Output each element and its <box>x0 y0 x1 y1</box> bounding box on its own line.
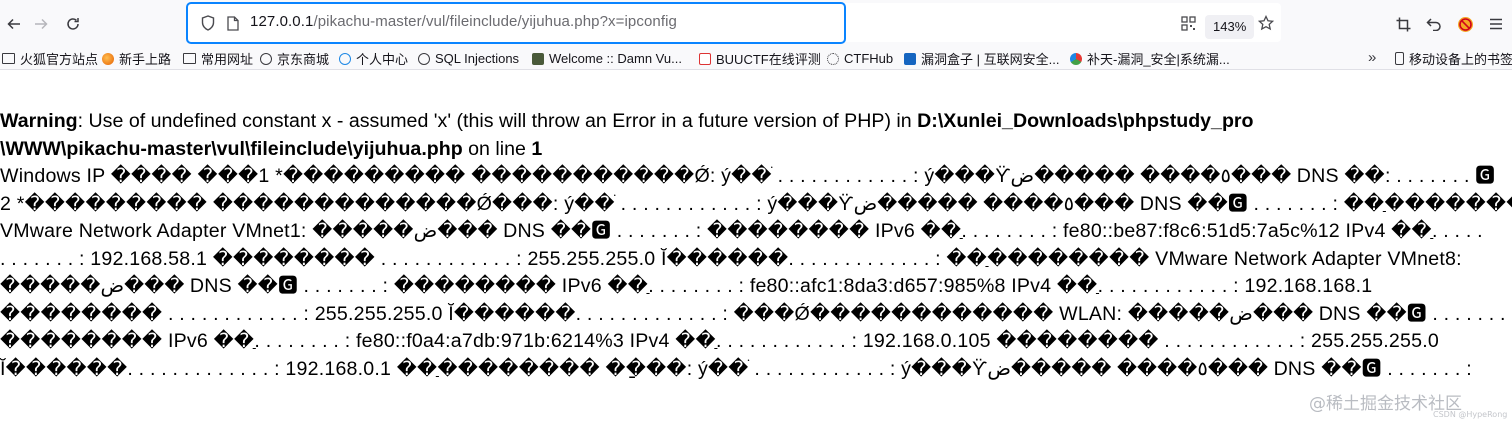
undo-icon[interactable] <box>1424 14 1444 34</box>
command-output-line: 2 *��������� �������������Ǿ���: ý��ֺ . .… <box>0 192 1512 215</box>
bookmark-item[interactable]: 补天-漏洞_安全|系统漏... <box>1070 50 1230 67</box>
command-output-line: VMware Network Adapter VMnet1: �����ض���… <box>0 220 1483 242</box>
warning-path: D:\Xunlei_Downloads\phpstudy_pro <box>917 110 1254 132</box>
firefox-icon <box>102 52 114 65</box>
shield-icon[interactable] <box>199 14 217 32</box>
menu-icon[interactable] <box>1486 14 1506 34</box>
globe-icon <box>418 52 430 65</box>
crop-icon[interactable] <box>1393 14 1413 34</box>
bookmark-item[interactable]: 新手上路 <box>102 50 171 67</box>
address-bar[interactable]: 127.0.0.1/pikachu-master/vul/fileinclude… <box>186 3 1281 42</box>
bookmark-item[interactable]: 京东商城 <box>260 50 329 67</box>
box-icon <box>904 52 916 65</box>
chevron-more-icon[interactable]: » <box>1368 49 1376 66</box>
globe-icon <box>260 52 272 65</box>
php-warning-cont: \WWW\pikachu-master\vul\fileinclude\yiju… <box>0 136 1512 164</box>
dvwa-icon <box>532 52 544 65</box>
folder-icon <box>183 53 196 64</box>
bookmark-item[interactable]: 漏洞盒子 | 互联网安全... <box>904 50 1059 67</box>
globe-icon <box>339 52 351 65</box>
command-output-line: Windows IP ���� ���1 *��������� ��������… <box>0 165 1496 187</box>
php-warning: Warning: Use of undefined constant x - a… <box>0 108 1512 136</box>
ctfhub-icon <box>827 52 839 65</box>
bookmark-item[interactable]: Welcome :: Damn Vu... <box>532 50 682 67</box>
buu-icon <box>699 52 711 65</box>
bookmark-star-icon[interactable] <box>1257 14 1275 32</box>
zoom-level-badge[interactable]: 143% <box>1205 15 1255 39</box>
back-icon[interactable] <box>4 14 24 34</box>
url-text[interactable]: 127.0.0.1/pikachu-master/vul/fileinclude… <box>250 13 677 30</box>
warning-on-line: on line <box>462 137 532 160</box>
warning-label: Warning <box>0 110 78 132</box>
command-output-line: �����ض��� DNS ��🅶 . . . . . . . : ������… <box>0 275 1373 297</box>
butian-icon <box>1070 52 1082 65</box>
page-icon[interactable] <box>224 14 242 32</box>
command-output-line: �������� . . . . . . . . . . . . : 255.2… <box>0 302 1512 325</box>
warning-message: : Use of undefined constant x - assumed … <box>77 110 918 132</box>
watermark-small: CSDN @HypeRong <box>1433 410 1508 419</box>
mobile-icon <box>1395 52 1404 65</box>
bookmarks-toolbar: 火狐官方站点 新手上路 常用网址 京东商城 个人中心 SQL Injection… <box>0 47 1512 70</box>
command-output-line: Ĭ������. . . . . . . . . . . . . : 192.1… <box>0 357 1472 380</box>
bookmark-item[interactable]: SQL Injections <box>418 50 519 67</box>
command-output-line: �������� IPv6 ��ַ. . . . . . . . : fe80:… <box>0 330 1439 352</box>
bookmark-item[interactable]: 火狐官方站点 <box>2 50 98 67</box>
forward-icon[interactable] <box>31 14 51 34</box>
blocked-extension-icon[interactable] <box>1455 14 1475 34</box>
command-output-line: . . . . . . . : 192.168.58.1 �������� . … <box>0 247 1462 270</box>
bookmark-item[interactable]: BUUCTF在线评测 <box>699 50 821 67</box>
reload-icon[interactable] <box>63 14 83 34</box>
folder-icon <box>2 53 15 64</box>
mobile-bookmarks[interactable]: 移动设备上的书签 <box>1395 50 1512 67</box>
bookmark-item[interactable]: 个人中心 <box>339 50 408 67</box>
page-content: Warning: Use of undefined constant x - a… <box>0 108 1512 383</box>
warning-line-number: 1 <box>531 137 543 160</box>
bookmark-item[interactable]: CTFHub <box>827 50 893 67</box>
bookmark-item[interactable]: 常用网址 <box>183 50 253 67</box>
qr-code-icon[interactable] <box>1179 14 1197 32</box>
browser-toolbar: 127.0.0.1/pikachu-master/vul/fileinclude… <box>0 0 1512 47</box>
warning-path-cont: \WWW\pikachu-master\vul\fileinclude\yiju… <box>0 137 463 160</box>
